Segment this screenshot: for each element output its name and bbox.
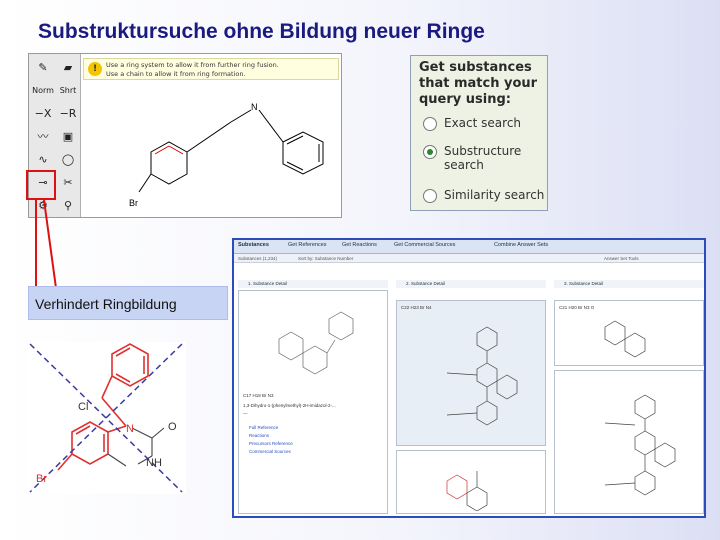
col1-link-reactions[interactable]: Reactions xyxy=(249,433,269,439)
molecule-svg: Cl N NH O Br xyxy=(29,343,183,493)
atom-n-label-bottom: N xyxy=(126,423,134,435)
atom-o-label: O xyxy=(168,421,177,433)
col1-header[interactable]: 1. Substance Detail xyxy=(238,280,388,288)
col1-link-full-ref[interactable]: Full Reference xyxy=(249,425,278,431)
option-exact-label: Exact search xyxy=(444,116,522,130)
col3-card-top: C21 H20 Br N3 O xyxy=(554,300,704,366)
col1-link-commercial[interactable]: Commercial Sources xyxy=(249,449,291,455)
col2-formula: C22 H23 Br N4 xyxy=(401,305,432,310)
option-similarity-label: Similarity search xyxy=(444,188,545,202)
radio-exact[interactable] xyxy=(423,117,437,131)
col1-formula: C17 H18 Br N3 xyxy=(243,393,274,398)
col2-card-bottom xyxy=(396,450,546,514)
col3-formula: C21 H20 Br N3 O xyxy=(559,305,595,310)
tab-get-references[interactable]: Get References xyxy=(288,242,327,248)
col2-header[interactable]: 2. Substance Detail xyxy=(396,280,546,288)
col2-card-top: C22 H23 Br N4 xyxy=(396,300,546,446)
option-exact-search[interactable]: Exact search xyxy=(423,116,521,131)
radio-substructure[interactable] xyxy=(423,145,437,159)
arrow-right-line xyxy=(43,199,57,289)
options-heading: Get substances that match your query usi… xyxy=(419,60,538,107)
col3-header[interactable]: 3. Substance Detail xyxy=(554,280,704,288)
col3-structure xyxy=(604,320,646,358)
col1-card: C17 H18 Br N3 1,3-Dihydro-1-(phenylmethy… xyxy=(238,290,388,514)
search-options-panel: Get substances that match your query usi… xyxy=(410,55,548,211)
result-count: Substances (1,234) xyxy=(238,256,278,261)
option-similarity-search[interactable]: Similarity search xyxy=(423,188,544,203)
results-window: Substances Get References Get Reactions … xyxy=(232,238,706,518)
atom-cl-label: Cl xyxy=(78,401,88,413)
atom-br-label-bottom: Br xyxy=(36,473,47,485)
callout-label: Verhindert Ringbildung xyxy=(28,286,228,320)
sort-select[interactable]: Sort by: Substance Number xyxy=(298,256,353,261)
cross-out-lines xyxy=(29,343,183,493)
option-substructure-search[interactable]: Substructure search xyxy=(423,144,533,172)
col1-structure xyxy=(278,311,354,375)
radio-similarity[interactable] xyxy=(423,189,437,203)
col3-structure-2 xyxy=(604,394,676,496)
option-substructure-label: Substructure search xyxy=(444,144,522,172)
tab-commercial-sources[interactable]: Get Commercial Sources xyxy=(394,242,455,248)
col3-card-bottom xyxy=(554,370,704,514)
answer-set-tools[interactable]: Answer Set Tools xyxy=(604,256,639,261)
tab-substances[interactable]: Substances xyxy=(238,242,269,248)
tab-combine-answer-sets[interactable]: Combine Answer Sets xyxy=(494,242,548,248)
tab-get-reactions[interactable]: Get Reactions xyxy=(342,242,377,248)
col2-structure xyxy=(446,326,518,426)
atom-nh-label: NH xyxy=(146,457,162,469)
results-toolbar: Substances (1,234) Sort by: Substance Nu… xyxy=(234,254,704,263)
forbidden-ring-structure: Cl N NH O Br xyxy=(28,342,186,494)
col1-line-1: — xyxy=(243,411,248,416)
col1-line-0: 1,3-Dihydro-1-(phenylmethyl)-2H-imidazol… xyxy=(243,403,336,408)
results-tabs: Substances Get References Get Reactions … xyxy=(234,240,704,254)
col1-link-precursors[interactable]: Precursors Reference xyxy=(249,441,293,447)
col2-structure-2 xyxy=(446,471,488,511)
